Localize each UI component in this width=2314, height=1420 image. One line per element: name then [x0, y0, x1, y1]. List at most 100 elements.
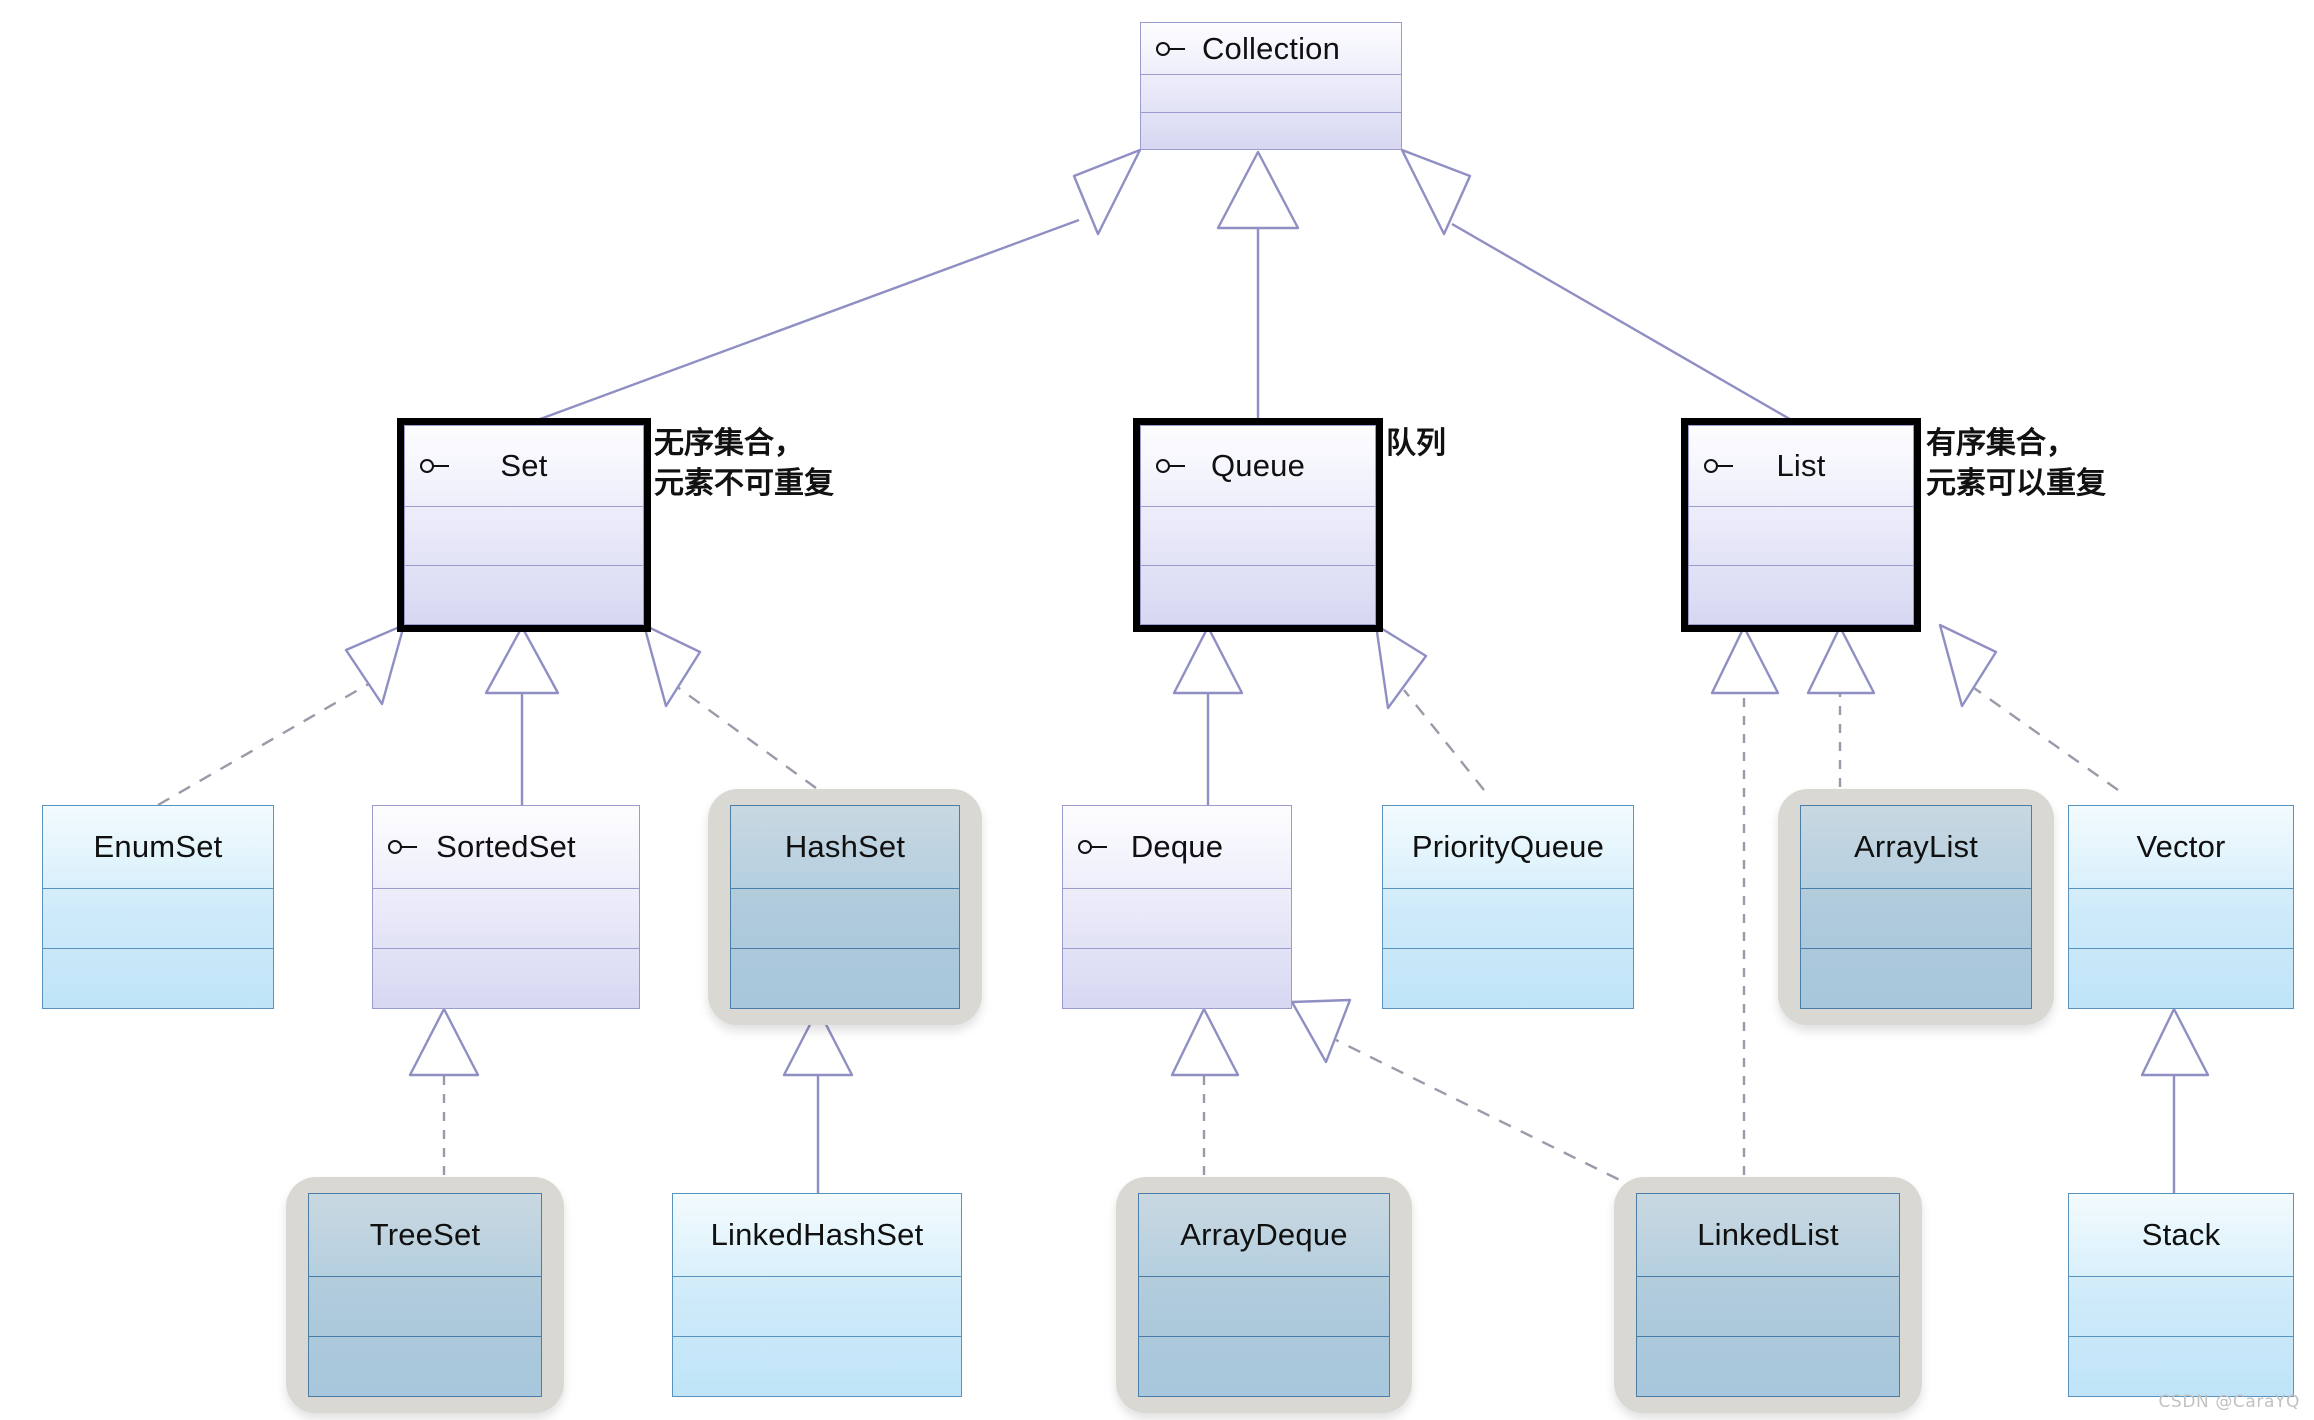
node-attributes-row: [1063, 889, 1291, 949]
node-title-row: Stack: [2069, 1194, 2293, 1277]
node-operations-row: [1063, 949, 1291, 1008]
node-label: Vector: [2136, 829, 2226, 864]
node-title-row: LinkedHashSet: [673, 1194, 961, 1277]
uml-node-priorityqueue[interactable]: PriorityQueue: [1382, 805, 1634, 1009]
uml-node-deque[interactable]: Deque: [1062, 805, 1292, 1009]
uml-node-set[interactable]: Set: [397, 418, 651, 632]
node-label: LinkedList: [1697, 1217, 1839, 1252]
node-label: Set: [500, 448, 548, 483]
edge-deque-to-queue: [1172, 625, 1244, 805]
node-title-row: SortedSet: [373, 806, 639, 889]
node-title-row: Deque: [1063, 806, 1291, 889]
node-attributes-row: [2069, 1277, 2293, 1337]
node-label: Deque: [1130, 829, 1224, 864]
node-attributes-row: [1689, 507, 1913, 566]
interface-lollipop-icon: [420, 459, 449, 473]
edge-arraydeque-to-deque: [1170, 1007, 1240, 1193]
edge-enumset-to-set: [157, 623, 406, 807]
node-operations-row: [731, 949, 959, 1008]
node-attributes-row: [1637, 1277, 1899, 1337]
node-attributes-row: [43, 889, 273, 949]
node-operations-row: [1141, 113, 1401, 150]
node-label: Stack: [2141, 1217, 2221, 1252]
annotation-queue: 队列: [1386, 426, 1446, 461]
edge-stack-to-vector: [2140, 1007, 2210, 1193]
node-attributes-row: [373, 889, 639, 949]
uml-node-arraydeque[interactable]: ArrayDeque: [1116, 1177, 1412, 1413]
node-label: PriorityQueue: [1411, 829, 1605, 864]
edge-priorityqueue-to-queue: [1374, 623, 1485, 791]
node-title-row: HashSet: [731, 806, 959, 889]
uml-node-linkedlist[interactable]: LinkedList: [1614, 1177, 1922, 1413]
node-label: ArrayList: [1853, 829, 1979, 864]
node-attributes-row: [1801, 889, 2031, 949]
node-label: EnumSet: [93, 829, 223, 864]
node-label: SortedSet: [436, 829, 576, 864]
uml-node-stack[interactable]: Stack: [2068, 1193, 2294, 1397]
interface-lollipop-icon: [1156, 459, 1185, 473]
node-label: HashSet: [784, 829, 906, 864]
node-operations-row: [2069, 1337, 2293, 1396]
node-title-row: LinkedList: [1637, 1194, 1899, 1277]
node-operations-row: [1383, 949, 1633, 1008]
edge-treeset-to-sortedset: [408, 1007, 480, 1193]
uml-node-sortedset[interactable]: SortedSet: [372, 805, 640, 1009]
uml-node-queue[interactable]: Queue: [1133, 418, 1383, 632]
node-title-row: EnumSet: [43, 806, 273, 889]
edge-linkedhashset-to-hashset: [782, 1007, 854, 1193]
uml-node-list[interactable]: List: [1681, 418, 1921, 632]
edge-vector-to-list: [1938, 623, 2119, 791]
annotation-set: 无序集合， 元素不可重复: [654, 426, 834, 501]
interface-lollipop-icon: [1156, 41, 1185, 56]
uml-node-linkedhashset[interactable]: LinkedHashSet: [672, 1193, 962, 1397]
uml-node-treeset[interactable]: TreeSet: [286, 1177, 564, 1413]
node-title-row: Set: [405, 426, 643, 507]
edge-linkedlist-to-deque: [1290, 998, 1641, 1192]
node-operations-row: [309, 1337, 541, 1396]
annotation-list: 有序集合， 元素可以重复: [1926, 426, 2106, 501]
uml-node-vector[interactable]: Vector: [2068, 805, 2294, 1009]
uml-node-arraylist[interactable]: ArrayList: [1778, 789, 2054, 1025]
node-operations-row: [1637, 1337, 1899, 1396]
edge-arraylist-to-list: [1806, 625, 1876, 805]
node-label: Collection: [1201, 30, 1341, 66]
node-attributes-row: [1141, 75, 1401, 113]
node-operations-row: [43, 949, 273, 1008]
node-title-row: Queue: [1141, 426, 1375, 507]
node-attributes-row: [1141, 507, 1375, 566]
node-operations-row: [1139, 1337, 1389, 1396]
node-title-row: ArrayList: [1801, 806, 2031, 889]
edge-list-to-collection: [1400, 148, 1801, 427]
edge-set-to-collection: [523, 148, 1142, 427]
edge-hashset-to-set: [642, 623, 817, 789]
node-title-row: Vector: [2069, 806, 2293, 889]
interface-lollipop-icon: [1704, 459, 1733, 473]
node-attributes-row: [1383, 889, 1633, 949]
uml-node-hashset[interactable]: HashSet: [708, 789, 982, 1025]
node-label: Queue: [1210, 448, 1306, 483]
node-title-row: PriorityQueue: [1383, 806, 1633, 889]
node-attributes-row: [309, 1277, 541, 1337]
node-label: ArrayDeque: [1180, 1217, 1348, 1252]
uml-node-enumset[interactable]: EnumSet: [42, 805, 274, 1009]
uml-diagram-canvas: Collection Set Queue List EnumSet Sorted…: [0, 0, 2314, 1420]
node-title-row: Collection: [1141, 23, 1401, 75]
node-label: List: [1776, 448, 1826, 483]
node-title-row: TreeSet: [309, 1194, 541, 1277]
node-attributes-row: [2069, 889, 2293, 949]
interface-lollipop-icon: [388, 840, 417, 854]
node-operations-row: [2069, 949, 2293, 1008]
edge-linkedlist-to-list: [1710, 625, 1780, 1193]
edge-sortedset-to-set: [484, 625, 560, 805]
node-operations-row: [1689, 566, 1913, 624]
edge-queue-to-collection: [1216, 150, 1300, 425]
node-operations-row: [373, 949, 639, 1008]
node-operations-row: [673, 1337, 961, 1396]
uml-node-collection[interactable]: Collection: [1140, 22, 1402, 150]
watermark: CSDN @CaraYQ: [2158, 1392, 2300, 1412]
node-attributes-row: [673, 1277, 961, 1337]
node-operations-row: [405, 566, 643, 624]
interface-lollipop-icon: [1078, 840, 1107, 854]
node-label: TreeSet: [369, 1217, 481, 1252]
node-attributes-row: [1139, 1277, 1389, 1337]
